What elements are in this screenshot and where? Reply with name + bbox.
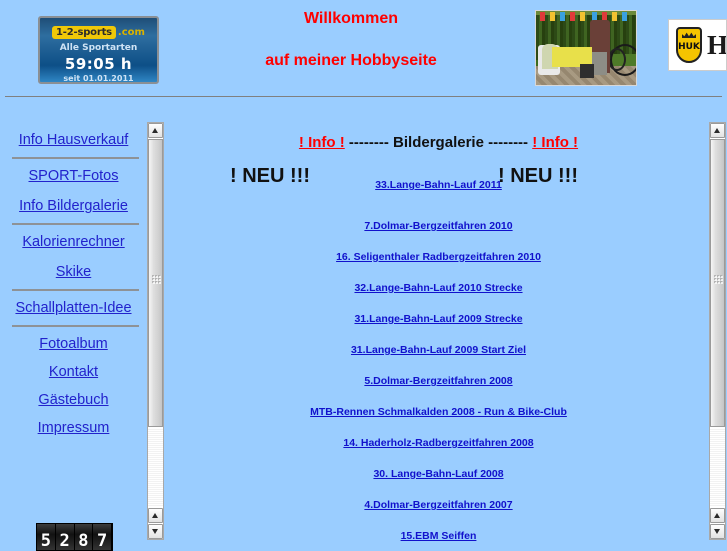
gallery-first-link-wrap: 33.Lange-Bahn-Lauf 2011 (168, 179, 709, 191)
sidebar-item-gaestebuch[interactable]: Gästebuch (0, 392, 147, 408)
page-header: 1-2-sports .com Alle Sportarten 59:05 h s… (0, 0, 727, 97)
sidebar-item-sport-fotos[interactable]: SPORT-Fotos (0, 168, 147, 184)
chevron-up-icon (714, 513, 720, 518)
chevron-down-icon (152, 529, 158, 534)
huk-logo[interactable]: HUK H (668, 19, 727, 71)
scrollbar-grip (152, 275, 161, 284)
sidebar-item-impressum[interactable]: Impressum (0, 420, 147, 436)
badge-brand-tag: 1-2-sports (52, 26, 116, 39)
counter-digits: 5 2 8 7 (37, 524, 112, 550)
scrollbar-down-button[interactable] (710, 524, 725, 539)
badge-since-text: seit 01.01.2011 (63, 74, 134, 83)
scrollbar-track-lower[interactable] (148, 428, 163, 507)
counter-digit: 5 (37, 524, 56, 550)
sidebar-nav: Info Hausverkauf SPORT-Fotos Info Bilder… (0, 120, 147, 545)
badge-domain-text: .com (117, 27, 145, 38)
counter-digit: 2 (55, 524, 75, 550)
gallery-link[interactable]: 16. Seligenthaler Radbergzeitfahren 2010 (168, 251, 709, 263)
huk-shield-text: HUK (678, 42, 700, 52)
sidebar-separator (12, 289, 139, 291)
sidebar-separator (12, 157, 139, 159)
scrollbar-down-button[interactable] (148, 524, 163, 539)
gallery-header: ! Info ! -------- Bildergalerie --------… (168, 134, 709, 151)
welcome-line-2: auf meiner Hobbyseite (265, 52, 437, 69)
gallery-link[interactable]: 33.Lange-Bahn-Lauf 2011 (168, 179, 709, 191)
photo-person-legs (592, 52, 607, 75)
badge-brand-row: 1-2-sports .com (40, 22, 157, 40)
gallery-header-title: -------- Bildergalerie -------- (348, 134, 529, 151)
sidebar-separator (12, 325, 139, 327)
gallery-link[interactable]: 30. Lange-Bahn-Lauf 2008 (168, 468, 709, 480)
visitor-counter: 5 2 8 7 (36, 523, 113, 551)
scrollbar-thumb[interactable] (148, 139, 163, 427)
scrollbar-up-button[interactable] (148, 123, 163, 138)
main-content: ! Info ! -------- Bildergalerie --------… (168, 120, 709, 545)
sports-timer-badge[interactable]: 1-2-sports .com Alle Sportarten 59:05 h s… (38, 16, 159, 84)
main-scrollbar[interactable] (709, 122, 726, 540)
chevron-down-icon (714, 529, 720, 534)
sidebar-item-schallplatten-idee[interactable]: Schallplatten-Idee (0, 300, 147, 316)
gallery-link[interactable]: 4.Dolmar-Bergzeitfahren 2007 (168, 499, 709, 511)
photo-bicycle-2 (608, 48, 626, 72)
huk-shield-icon: HUK (676, 27, 702, 63)
gallery-link[interactable]: MTB-Rennen Schmalkalden 2008 - Run & Bik… (168, 406, 709, 418)
photo-bunting (536, 12, 636, 22)
counter-digit: 7 (93, 524, 112, 550)
sidebar-scrollbar[interactable] (147, 122, 164, 540)
sidebar-item-skike[interactable]: Skike (0, 264, 147, 280)
scrollbar-thumb[interactable] (710, 139, 725, 427)
gallery-link[interactable]: 14. Haderholz-Radbergzeitfahren 2008 (168, 437, 709, 449)
scrollbar-grip (714, 275, 723, 284)
chevron-up-icon (714, 128, 720, 133)
scrollbar-track-lower[interactable] (710, 428, 725, 507)
sidebar-item-info-bildergalerie[interactable]: Info Bildergalerie (0, 198, 147, 214)
scrollbar-up-button[interactable] (710, 123, 725, 138)
photo-bag (580, 64, 594, 78)
info-link-right[interactable]: ! Info ! (532, 134, 578, 151)
sidebar-separator (12, 223, 139, 225)
new-badge-row: ! NEU !!! ! NEU !!! 33.Lange-Bahn-Lauf 2… (168, 165, 709, 201)
huk-wordmark: H (707, 30, 727, 60)
badge-subtitle: Alle Sportarten (59, 43, 138, 53)
gallery-link[interactable]: 7.Dolmar-Bergzeitfahren 2010 (168, 220, 709, 232)
chevron-up-icon (152, 513, 158, 518)
header-photo (535, 10, 637, 86)
counter-digit: 8 (74, 524, 94, 550)
sidebar-item-info-hausverkauf[interactable]: Info Hausverkauf (0, 132, 147, 148)
info-link-left[interactable]: ! Info ! (299, 134, 345, 151)
gallery-link[interactable]: 31.Lange-Bahn-Lauf 2009 Start Ziel (168, 344, 709, 356)
sidebar-item-kontakt[interactable]: Kontakt (0, 364, 147, 380)
crown-icon (682, 32, 696, 38)
gallery-link[interactable]: 15.EBM Seiffen (168, 530, 709, 542)
chevron-up-icon (152, 128, 158, 133)
welcome-line-1: Willkommen (303, 10, 399, 27)
badge-time-value: 59:05 h (64, 55, 133, 73)
scrollbar-up-button-bottom[interactable] (710, 508, 725, 523)
sidebar-item-fotoalbum[interactable]: Fotoalbum (0, 336, 147, 352)
gallery-link[interactable]: 31.Lange-Bahn-Lauf 2009 Strecke (168, 313, 709, 325)
gallery-link[interactable]: 5.Dolmar-Bergzeitfahren 2008 (168, 375, 709, 387)
header-divider (5, 96, 722, 97)
welcome-heading: Willkommen auf meiner Hobbyseite (230, 6, 472, 70)
scrollbar-up-button-bottom[interactable] (148, 508, 163, 523)
sidebar-item-kalorienrechner[interactable]: Kalorienrechner (0, 234, 147, 250)
gallery-link[interactable]: 32.Lange-Bahn-Lauf 2010 Strecke (168, 282, 709, 294)
